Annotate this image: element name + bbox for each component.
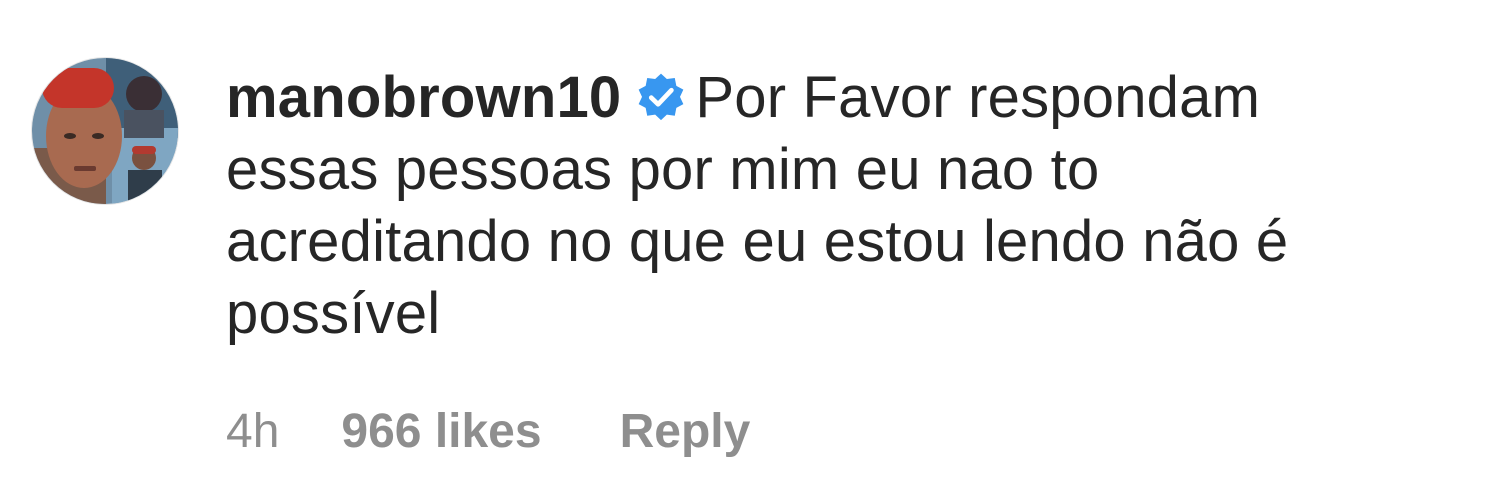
avatar[interactable] bbox=[31, 57, 179, 205]
comment-body: manobrown10 Por Favor respondam essas pess… bbox=[226, 62, 1486, 350]
comment-line-4: possível bbox=[226, 281, 441, 346]
comment-line-1: Por Favor respondam bbox=[695, 65, 1261, 130]
avatar-image bbox=[32, 58, 178, 204]
comment-line-2: essas pessoas por mim eu nao to bbox=[226, 137, 1100, 202]
comment-item: manobrown10 Por Favor respondam essas pess… bbox=[0, 0, 1500, 500]
comment-meta: 4h 966 likes Reply bbox=[226, 404, 750, 459]
username-link[interactable]: manobrown10 bbox=[226, 65, 621, 130]
comment-text: manobrown10 Por Favor respondam essas pess… bbox=[226, 62, 1486, 350]
verified-badge-icon bbox=[635, 68, 687, 121]
comment-line-3: acreditando no que eu estou lendo não é bbox=[226, 209, 1289, 274]
reply-button[interactable]: Reply bbox=[620, 404, 751, 459]
likes-count[interactable]: 966 likes bbox=[341, 404, 541, 459]
comment-timestamp[interactable]: 4h bbox=[226, 404, 279, 459]
